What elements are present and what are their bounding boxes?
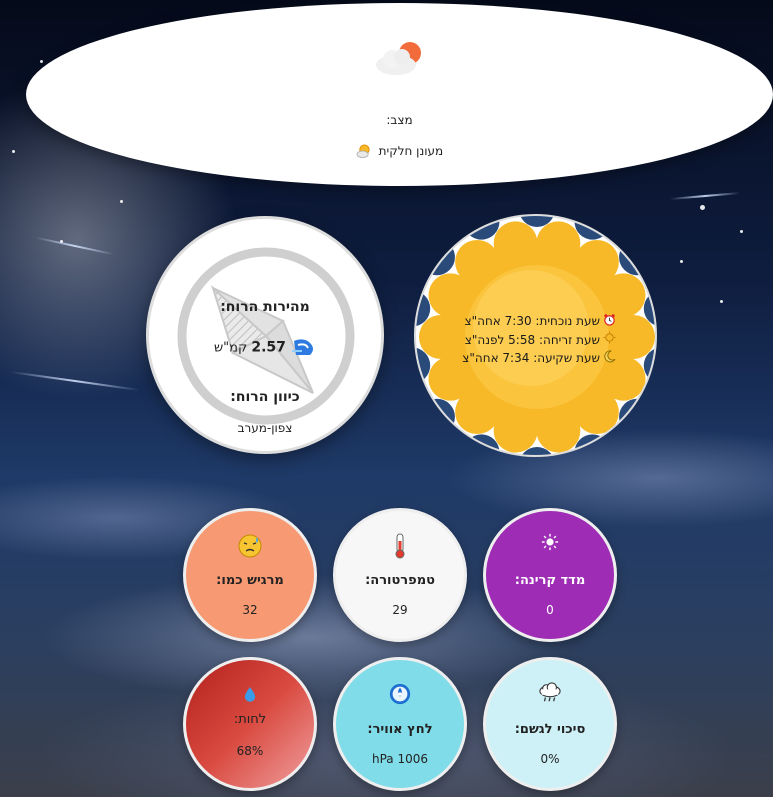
temperature-value: 29 [392,603,408,617]
current-time-text: שעת נוכחית: 7:30 אחה"צ [464,314,600,328]
wind-direction-value: צפון-מערב [237,421,293,435]
wind-panel: מהירות הרוח: 2.57 קמ"ש כיוון הרוח: צפון-… [146,216,384,454]
sun-times-list: שעת נוכחית: 7:30 אחה"צ שעת זריחה: 5:58 ל… [456,312,616,368]
wind-speed-row: 2.57 קמ"ש [149,337,381,359]
status-label: מצב: [386,113,413,127]
thermometer-icon [395,533,405,559]
feels-like-card: מרגיש כמו: 32 [183,508,317,642]
moon-icon [603,349,616,368]
current-time-row: שעת נוכחית: 7:30 אחה"צ [456,312,616,331]
wind-icon [292,339,314,355]
partly-cloudy-small-icon [356,144,370,158]
partly-cloudy-icon [376,42,421,75]
wind-speed-title: מהירות הרוח: [220,299,310,315]
rain-cloud-icon [539,682,561,702]
uv-index-value: 0 [546,603,554,617]
pressure-value: 1006 hPa [371,752,429,766]
humidity-value: 68% [236,744,264,758]
feels-like-label: מרגיש כמו: [216,573,284,588]
status-value-row: מעונן חלקית [26,144,773,159]
pressure-label: לחץ אוויר: [367,722,433,737]
sunset-text: שעת שקיעה: 7:34 אחה"צ [462,351,600,365]
humidity-label: לחות: [233,712,267,727]
sun-times-panel: שעת נוכחית: 7:30 אחה"צ שעת זריחה: 5:58 ל… [414,214,657,457]
uv-index-label: מדד קרינה: [514,573,586,588]
sunrise-row: שעת זריחה: 5:58 לפנה"צ [456,331,616,350]
temperature-label: טמפרטורה: [365,573,435,588]
alarm-clock-icon [603,313,616,331]
sunrise-text: שעת זריחה: 5:58 לפנה"צ [464,332,600,347]
sunset-row: שעת שקיעה: 7:34 אחה"צ [456,349,616,368]
pressure-card: לחץ אוויר: 1006 hPa [333,657,467,791]
rain-chance-value: 0% [540,752,560,766]
uv-sun-icon [541,533,559,551]
temperature-card: טמפרטורה: 29 [333,508,467,642]
rain-chance-label: סיכוי לגשם: [514,722,586,737]
pressure-gauge-icon [389,683,411,705]
feels-like-value: 32 [242,603,258,617]
wind-direction-title: כיוון הרוח: [230,389,300,405]
humidity-card: לחות: 68% [183,657,317,791]
hot-face-icon [238,534,262,558]
wind-speed-value: 2.57 [251,339,286,356]
droplet-icon [244,687,256,702]
weather-status-panel: מצב: מעונן חלקית [26,3,773,186]
status-value: מעונן חלקית [378,144,444,158]
rain-chance-card: סיכוי לגשם: 0% [483,657,617,791]
sunrise-icon [603,331,616,349]
wind-speed-unit: קמ"ש [213,340,248,356]
uv-index-card: מדד קרינה: 0 [483,508,617,642]
